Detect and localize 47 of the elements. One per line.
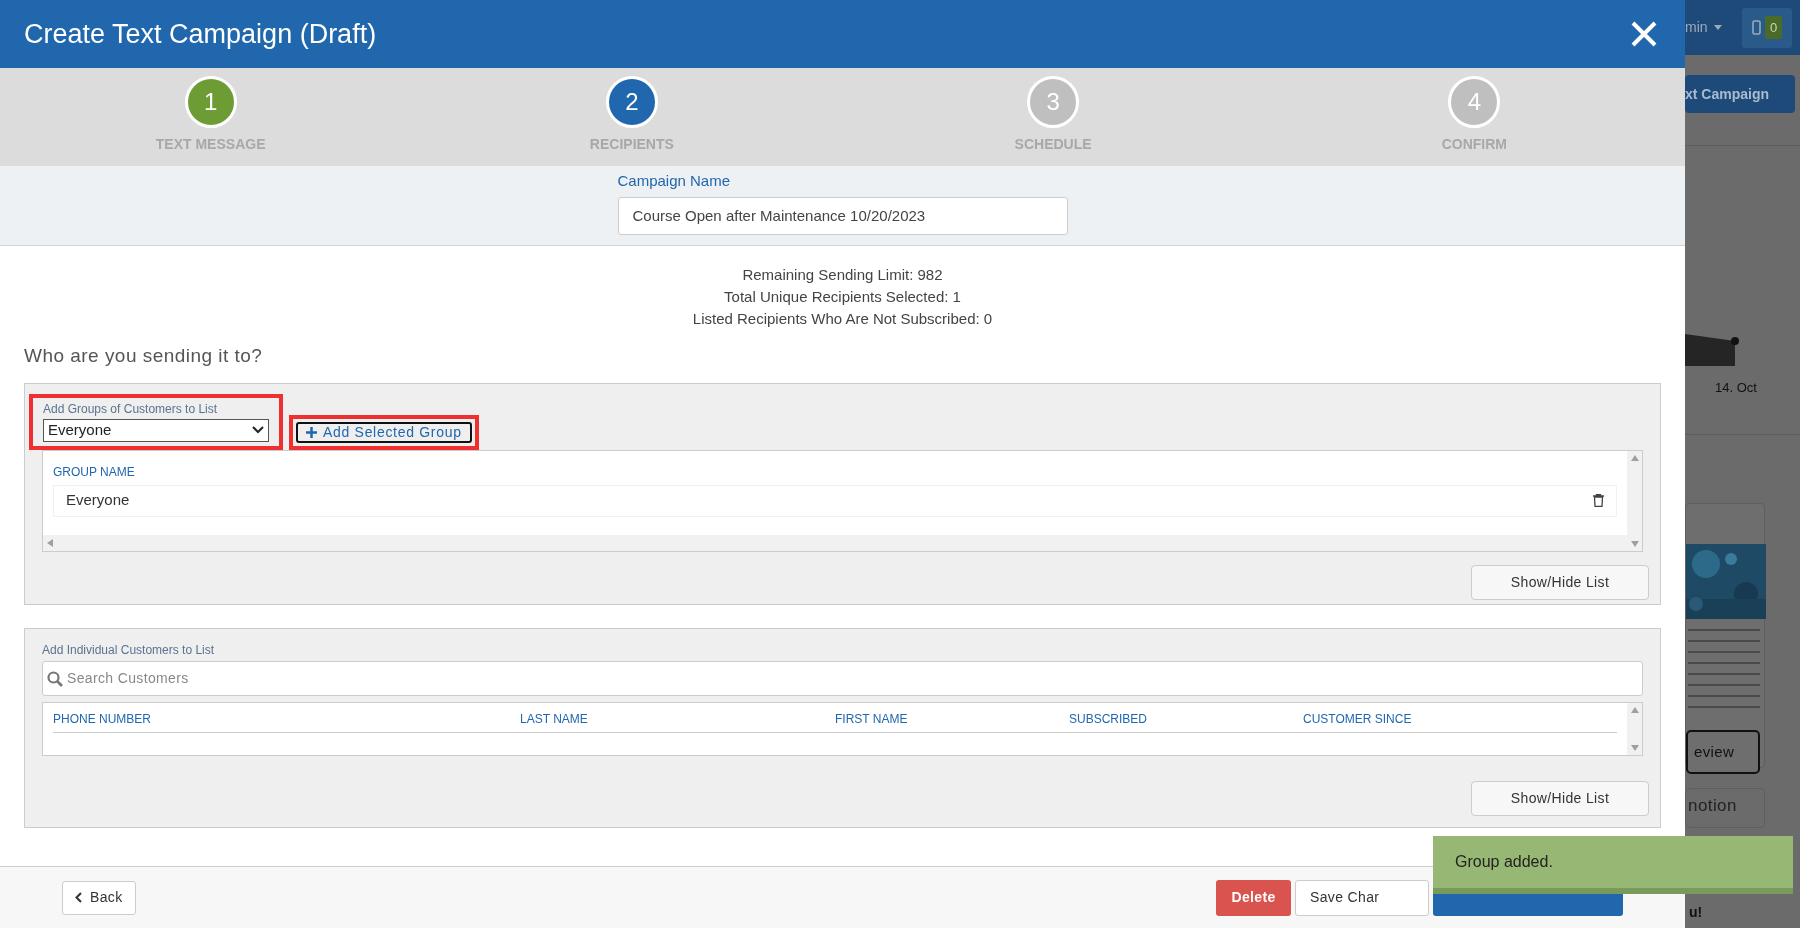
- table-cell-text: Everyone: [66, 490, 130, 511]
- plus-icon: [306, 426, 317, 438]
- card-text: u!: [1689, 903, 1704, 922]
- group-select[interactable]: Everyone: [43, 418, 269, 442]
- campaign-name-field[interactable]: Course Open after Maintenance 10/20/2023: [617, 196, 1068, 235]
- section-heading: Who are you sending it to?: [23, 344, 264, 368]
- toggle-list-button[interactable]: Show/Hide List: [1471, 564, 1649, 600]
- stat-text: Total Unique Recipients Selected: 1: [724, 288, 961, 306]
- phone-icon: [1751, 20, 1761, 35]
- field-label: Add Individual Customers to List: [42, 641, 216, 659]
- delete-button[interactable]: [1593, 494, 1604, 507]
- caret-icon: [1713, 25, 1722, 30]
- column-header: SUBSCRIBED: [1069, 710, 1149, 728]
- toast-notification: Group added.: [1433, 836, 1793, 894]
- add-group-button[interactable]: Add Selected Group: [296, 421, 472, 443]
- search-icon: [47, 670, 63, 687]
- scroll-up-icon[interactable]: [1630, 454, 1639, 461]
- user-menu-text[interactable]: min: [1685, 17, 1708, 38]
- column-header: GROUP NAME: [53, 463, 135, 481]
- delete-button[interactable]: Delete: [1216, 879, 1291, 916]
- new-campaign-button[interactable]: xt Campaign: [1685, 75, 1795, 113]
- scroll-up-icon[interactable]: [1630, 706, 1639, 713]
- scroll-down-icon[interactable]: [1630, 540, 1639, 547]
- search-field[interactable]: Search Customers: [42, 660, 1643, 696]
- field-label: Campaign Name: [617, 171, 732, 191]
- trash-icon: [1593, 494, 1604, 507]
- phone-widget[interactable]: 0: [1742, 7, 1792, 48]
- preview-button[interactable]: eview: [1686, 730, 1760, 774]
- field-label: Add Groups of Customers to List: [43, 400, 219, 418]
- column-header: LAST NAME: [520, 710, 589, 728]
- back-button[interactable]: Back: [62, 880, 136, 915]
- scroll-left-icon[interactable]: [47, 538, 53, 547]
- count-badge: 0: [1764, 15, 1783, 40]
- close-icon: [1631, 21, 1657, 47]
- window-title: Create Text Campaign (Draft): [24, 17, 377, 51]
- stat-text: Remaining Sending Limit: 982: [742, 266, 943, 284]
- axis-label: 14. Oct: [1715, 379, 1757, 397]
- column-header: PHONE NUMBER: [53, 710, 152, 728]
- save-button[interactable]: Save Char: [1295, 879, 1429, 916]
- column-header: CUSTOMER SINCE: [1303, 710, 1413, 728]
- chevron-left-icon: [75, 892, 82, 903]
- toggle-list-button[interactable]: Show/Hide List: [1471, 780, 1649, 816]
- card-title: notion: [1685, 788, 1765, 828]
- chevron-down-icon: [252, 426, 264, 434]
- scroll-down-icon[interactable]: [1630, 744, 1639, 751]
- stat-text: Listed Recipients Who Are Not Subscribed: 0: [692, 310, 993, 328]
- column-header: FIRST NAME: [835, 710, 909, 728]
